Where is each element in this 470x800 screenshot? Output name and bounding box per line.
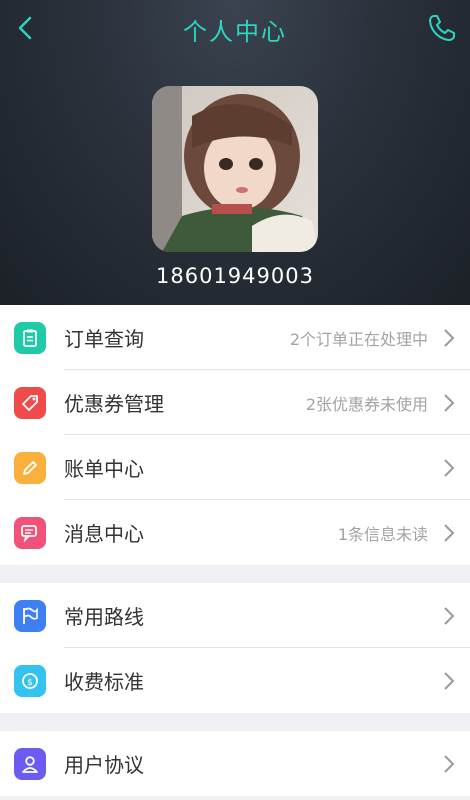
menu-item-coupons[interactable]: 优惠券管理 2张优惠券未使用 (0, 370, 470, 435)
chevron-right-icon (444, 393, 455, 412)
chevron-right-icon (444, 458, 455, 477)
flag-icon (14, 599, 46, 632)
svg-text:$: $ (27, 678, 33, 688)
menu-item-status: 2个订单正在处理中 (289, 329, 428, 349)
menu-group-2: 常用路线 $ 收费标准 (0, 583, 470, 713)
message-icon (14, 516, 46, 549)
menu-item-routes[interactable]: 常用路线 (0, 583, 470, 648)
avatar[interactable] (152, 86, 318, 252)
clipboard-icon (14, 321, 46, 354)
menu-item-agreement[interactable]: 用户协议 (0, 731, 470, 796)
section-gap (0, 713, 470, 731)
coin-icon: $ (14, 664, 46, 697)
menu-item-label: 优惠券管理 (64, 392, 164, 416)
menu-item-label: 账单中心 (64, 457, 144, 481)
chevron-right-icon (444, 671, 455, 690)
menu-item-pricing[interactable]: $ 收费标准 (0, 648, 470, 713)
menu-item-label: 常用路线 (64, 605, 144, 629)
menu-group-3: 用户协议 (0, 731, 470, 796)
section-gap (0, 565, 470, 583)
menu-item-status: 1条信息未读 (337, 524, 428, 544)
menu-group-1: 订单查询 2个订单正在处理中 优惠券管理 2张优惠券未使用 账单中心 消息中心 … (0, 305, 470, 565)
menu-item-bills[interactable]: 账单中心 (0, 435, 470, 500)
tag-icon (14, 386, 46, 419)
menu-item-label: 收费标准 (64, 670, 144, 694)
menu-item-label: 订单查询 (64, 327, 144, 351)
chevron-right-icon (444, 328, 455, 347)
chevron-right-icon (444, 754, 455, 773)
page-title: 个人中心 (183, 18, 287, 46)
chevron-right-icon (444, 523, 455, 542)
phone-number: 18601949003 (156, 264, 314, 288)
phone-icon[interactable] (426, 12, 458, 44)
menu-item-orders[interactable]: 订单查询 2个订单正在处理中 (0, 305, 470, 370)
menu-item-label: 消息中心 (64, 522, 144, 546)
pencil-icon (14, 451, 46, 484)
menu-item-label: 用户协议 (64, 753, 144, 777)
chevron-right-icon (444, 606, 455, 625)
menu-item-messages[interactable]: 消息中心 1条信息未读 (0, 500, 470, 565)
profile-header: 个人中心 18601949003 (0, 0, 470, 305)
menu-item-status: 2张优惠券未使用 (305, 394, 428, 414)
user-icon (14, 747, 46, 780)
